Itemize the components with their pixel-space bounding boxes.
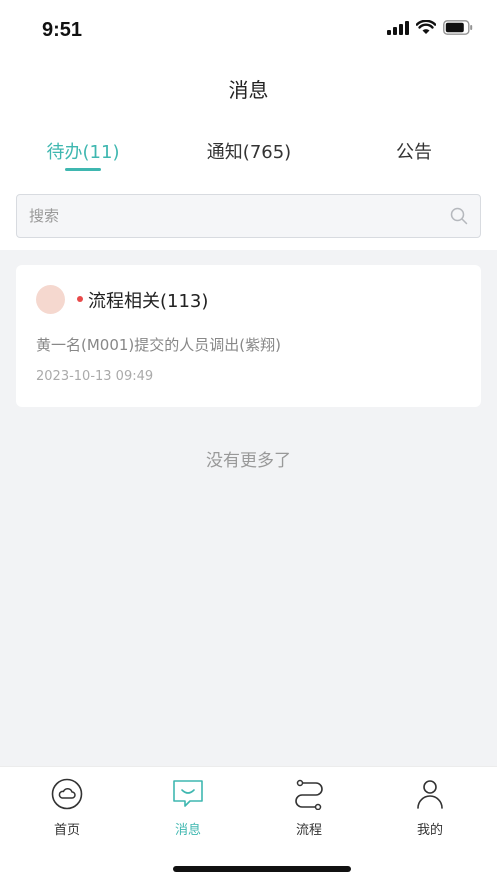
home-indicator[interactable] <box>173 866 351 872</box>
tabbar-label-home: 首页 <box>53 823 80 838</box>
message-tabs: 待办(11) 通知(765) 公告 <box>0 114 497 178</box>
avatar <box>36 285 65 314</box>
process-flow-icon <box>292 777 326 811</box>
status-time: 9:51 <box>42 19 83 41</box>
signal-icon <box>387 20 409 35</box>
tabbar-item-profile[interactable]: 我的 <box>368 777 492 847</box>
cloud-home-icon <box>50 777 84 811</box>
message-icon <box>171 777 205 811</box>
tabbar-item-home[interactable]: 首页 <box>5 777 129 847</box>
tab-announcements[interactable]: 公告 <box>331 138 497 164</box>
user-icon <box>413 777 447 811</box>
page-title: 消息 <box>228 78 269 102</box>
tabbar-label-messages: 消息 <box>174 823 201 838</box>
status-bar: 9:51 <box>0 0 497 62</box>
list-end-text: 没有更多了 <box>206 451 291 471</box>
active-tab-indicator <box>65 168 101 171</box>
status-icons <box>387 20 473 35</box>
search-icon[interactable] <box>450 207 468 225</box>
battery-icon <box>443 20 473 35</box>
tabbar-item-messages[interactable]: 消息 <box>126 777 250 847</box>
tabbar-item-process[interactable]: 流程 <box>247 777 371 847</box>
search-input[interactable] <box>29 195 439 237</box>
message-time: 2023-10-13 09:49 <box>36 369 154 384</box>
message-description: 黄一名(M001)提交的人员调出(紫翔) <box>36 336 281 354</box>
message-card[interactable]: 流程相关(113) 黄一名(M001)提交的人员调出(紫翔) 2023-10-1… <box>16 265 481 407</box>
nav-bar: 消息 <box>0 62 497 114</box>
unread-dot <box>77 296 83 302</box>
tabbar-label-profile: 我的 <box>416 823 443 838</box>
message-category: 流程相关(113) <box>88 291 209 312</box>
tabbar-label-process: 流程 <box>295 823 322 838</box>
tab-todo[interactable]: 待办(11) <box>0 138 166 164</box>
search-box[interactable] <box>16 194 481 238</box>
tab-notifications[interactable]: 通知(765) <box>166 138 332 164</box>
wifi-icon <box>416 20 436 34</box>
search-section <box>0 178 497 250</box>
